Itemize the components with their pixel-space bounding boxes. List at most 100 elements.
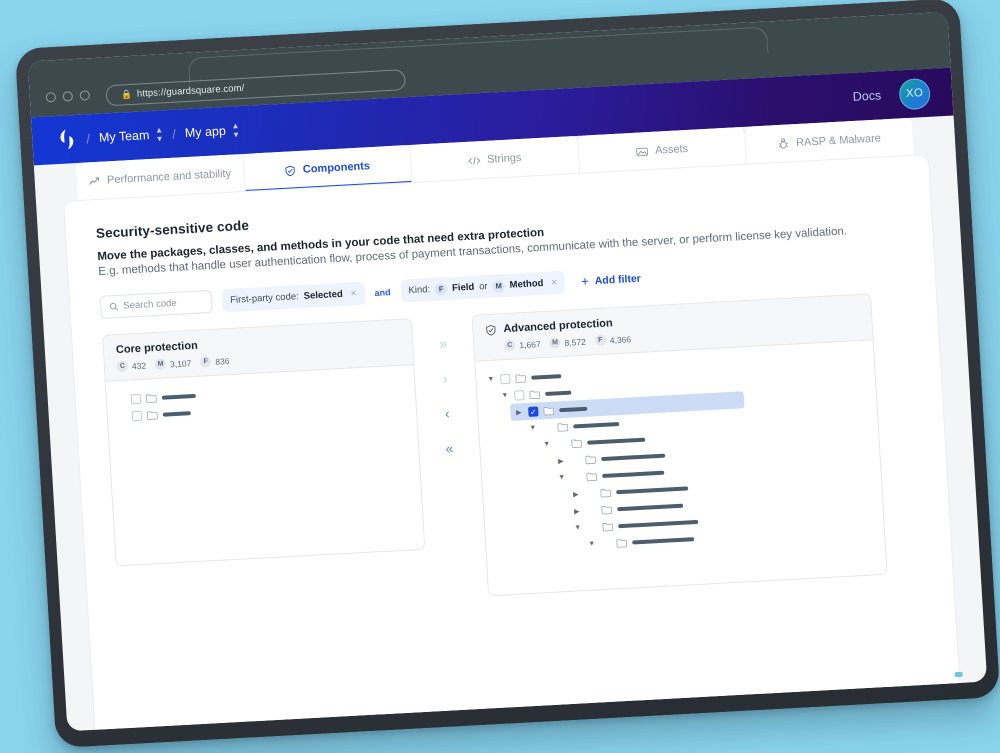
tab-label: Assets <box>654 142 689 157</box>
folder-icon <box>602 522 614 531</box>
stat-value: 3,107 <box>169 357 192 369</box>
tab-label: RASP & Malware <box>795 132 882 150</box>
caret-down-icon[interactable]: ▼ <box>500 392 509 399</box>
row-name-placeholder <box>531 373 562 380</box>
trending-up-icon <box>89 176 100 185</box>
close-icon[interactable]: × <box>350 288 356 299</box>
caret-down-icon[interactable]: ▼ <box>542 441 551 448</box>
window-controls[interactable] <box>45 83 91 109</box>
close-icon[interactable]: × <box>551 277 557 288</box>
advanced-panel-title-label: Advanced protection <box>503 317 613 336</box>
folder-icon <box>601 505 613 514</box>
row-checkbox[interactable]: ✓ <box>528 405 539 417</box>
breadcrumb-team-label: My Team <box>98 128 150 145</box>
caret-down-icon[interactable]: ▼ <box>573 524 582 531</box>
guardsquare-logo[interactable] <box>56 128 78 151</box>
code-icon <box>468 156 481 165</box>
row-name-placeholder <box>587 437 646 445</box>
breadcrumb-app-label: My app <box>184 123 227 141</box>
window-minimize-dot[interactable] <box>62 91 74 102</box>
caret-down-icon[interactable]: ▼ <box>528 424 537 432</box>
class-badge-icon: C <box>504 339 516 352</box>
move-left-button[interactable]: ‹ <box>444 405 450 421</box>
core-panel-title-label: Core protection <box>115 339 199 357</box>
folder-icon <box>616 538 628 548</box>
caret-down-icon[interactable]: ▼ <box>587 540 596 548</box>
folder-icon <box>585 455 597 464</box>
folder-icon <box>557 422 569 432</box>
tab-label: Performance and stability <box>106 167 232 187</box>
breadcrumb-separator-2: / <box>171 126 177 142</box>
move-all-right-button[interactable]: » <box>439 335 448 351</box>
stat-value: 4,366 <box>609 333 632 345</box>
chip-prefix: First-party code: <box>229 291 300 306</box>
advanced-protection-tree[interactable]: ▼ ▼ ▶ ✓ ▼ ▼ ▶ ▼ ▶ ▶ ▼ ▼ <box>475 340 885 568</box>
move-right-button[interactable]: › <box>442 370 448 386</box>
transfer-controls: » › ‹ « <box>412 315 480 457</box>
stat-fields: F 4,366 <box>594 333 632 347</box>
row-checkbox[interactable] <box>500 373 511 384</box>
window-close-dot[interactable] <box>45 92 57 103</box>
row-name-placeholder <box>573 421 620 429</box>
caret-right-icon[interactable]: ▶ <box>556 457 565 465</box>
field-badge-icon: F <box>199 356 212 368</box>
docs-link[interactable]: Docs <box>852 88 881 104</box>
core-protection-panel: Core protection C 432 M 3,107 F 836 <box>102 318 426 567</box>
kind-option-field: Field <box>451 281 475 294</box>
breadcrumb-separator-1: / <box>85 130 91 146</box>
folder-icon <box>147 410 158 420</box>
stat-classes: C 432 <box>116 360 147 373</box>
power-indicator <box>954 671 963 678</box>
caret-right-icon[interactable]: ▶ <box>572 507 581 515</box>
folder-icon <box>586 472 598 481</box>
breadcrumb-team[interactable]: My Team ▲ ▼ <box>98 125 164 146</box>
shield-check-icon <box>486 324 496 336</box>
search-input[interactable]: Search code <box>99 289 213 319</box>
row-checkbox[interactable] <box>131 410 143 421</box>
row-checkbox[interactable] <box>514 389 525 401</box>
folder-icon <box>600 488 612 497</box>
folder-icon <box>571 438 583 448</box>
add-filter-label: Add filter <box>594 272 642 287</box>
stat-value: 1,667 <box>519 338 541 350</box>
row-name-placeholder <box>545 390 572 396</box>
stat-methods: M 8,572 <box>549 336 586 349</box>
filter-chip-kind[interactable]: Kind: F Field or M Method × <box>399 270 566 303</box>
move-all-left-button[interactable]: « <box>445 440 454 456</box>
row-name-placeholder <box>602 470 665 478</box>
tab-label: Strings <box>486 151 522 166</box>
laptop-device: 🔒 https://guardsquare.com/ / My Team ▲ ▼ … <box>14 0 1000 748</box>
caret-right-icon[interactable]: ▶ <box>514 408 523 416</box>
filter-chip-first-party-code[interactable]: First-party code: Selected × <box>221 281 366 313</box>
shield-check-icon <box>285 165 295 176</box>
content-card: Security-sensitive code Move the package… <box>64 154 960 730</box>
row-checkbox[interactable] <box>130 393 142 404</box>
stat-value: 432 <box>131 360 147 371</box>
row-name-placeholder <box>161 393 196 400</box>
row-name-placeholder <box>618 519 699 528</box>
folder-icon <box>529 390 541 399</box>
breadcrumb-app[interactable]: My app ▲ ▼ <box>184 120 241 142</box>
tab-label: Components <box>302 160 371 176</box>
add-filter-button[interactable]: + Add filter <box>581 271 641 289</box>
browser-tab[interactable] <box>187 26 769 84</box>
caret-down-icon[interactable]: ▼ <box>486 376 495 383</box>
chevron-updown-icon: ▲ ▼ <box>231 120 241 140</box>
filter-conjunction: and <box>374 286 391 298</box>
bug-icon <box>779 138 789 149</box>
row-name-placeholder <box>632 536 695 544</box>
stat-classes: C 1,667 <box>504 338 541 352</box>
caret-down-icon[interactable]: ▼ <box>557 474 566 481</box>
avatar[interactable]: XO <box>898 77 932 110</box>
chip-prefix: Kind: <box>408 284 431 297</box>
stat-value: 8,572 <box>564 336 587 348</box>
field-badge-icon: F <box>434 282 448 296</box>
protection-panels: Core protection C 432 M 3,107 F 836 » › … <box>102 291 923 616</box>
caret-right-icon[interactable]: ▶ <box>571 490 580 498</box>
window-maximize-dot[interactable] <box>79 90 91 101</box>
method-badge-icon: M <box>154 358 167 371</box>
row-name-placeholder <box>601 453 666 461</box>
search-placeholder: Search code <box>123 297 177 312</box>
kind-joiner: or <box>478 280 489 293</box>
stat-value: 836 <box>214 355 230 367</box>
